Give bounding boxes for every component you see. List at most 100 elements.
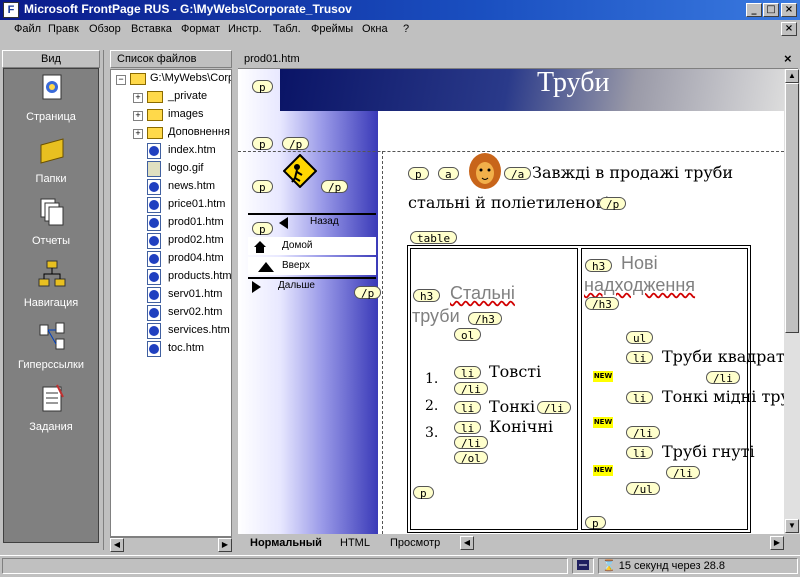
tag-p-end[interactable]: /p	[354, 286, 382, 300]
tree-file[interactable]: prod04.htm	[111, 250, 231, 268]
tree-folder[interactable]: + images	[111, 106, 231, 124]
view-navigation[interactable]: Навигация	[4, 257, 98, 317]
menu-file[interactable]: Файл	[14, 23, 41, 35]
tag-ul[interactable]: ul	[626, 331, 654, 345]
scroll-left-icon[interactable]: ◀	[460, 536, 474, 550]
tree-file[interactable]: serv02.htm	[111, 304, 231, 322]
folder-icon	[147, 109, 163, 121]
view-label: Задания	[29, 421, 73, 433]
tag-li-end[interactable]: /li	[537, 401, 571, 415]
file-label: prod04.htm	[168, 252, 224, 264]
menu-view[interactable]: Обзор	[89, 23, 121, 35]
tag-p-end[interactable]: /p	[599, 197, 627, 211]
tag-table[interactable]: table	[410, 231, 458, 245]
col2-item-line1: Трубі гнуті	[662, 442, 755, 461]
tree-file[interactable]: serv01.htm	[111, 286, 231, 304]
view-page[interactable]: Страница	[4, 71, 98, 131]
menu-help[interactable]: ?	[403, 23, 409, 35]
scroll-right-icon[interactable]: ▶	[218, 538, 232, 552]
file-tree-hscroll[interactable]: ◀ ▶	[110, 537, 232, 552]
view-tasks[interactable]: Задания	[4, 381, 98, 441]
menu-table[interactable]: Табл.	[273, 23, 301, 35]
tag-p[interactable]: p	[252, 137, 273, 151]
tag-li-end[interactable]: /li	[666, 466, 700, 480]
editor-vscroll[interactable]: ▲ ▼	[784, 69, 800, 534]
tree-file[interactable]: services.htm	[111, 322, 231, 340]
view-reports[interactable]: Отчеты	[4, 195, 98, 255]
document-tab[interactable]: prod01.htm	[244, 53, 300, 65]
tree-file[interactable]: toc.htm	[111, 340, 231, 358]
menu-format[interactable]: Формат	[181, 23, 220, 35]
tree-file[interactable]: products.htm	[111, 268, 231, 286]
tag-ol-end[interactable]: /ol	[454, 451, 488, 465]
scroll-down-icon[interactable]: ▼	[785, 519, 799, 533]
tag-p[interactable]: p	[408, 167, 429, 181]
tag-p[interactable]: p	[252, 80, 273, 94]
tag-li[interactable]: li	[454, 421, 482, 435]
close-button[interactable]: ×	[781, 3, 797, 17]
view-folders[interactable]: Папки	[4, 133, 98, 193]
tag-ul-end[interactable]: /ul	[626, 482, 660, 496]
view-label: Навигация	[23, 297, 79, 309]
lion-logo-icon[interactable]	[468, 152, 502, 190]
menu-tools[interactable]: Инстр.	[228, 23, 262, 35]
collapse-icon[interactable]: −	[116, 75, 126, 85]
menu-insert[interactable]: Вставка	[131, 23, 172, 35]
tag-p-end[interactable]: /p	[321, 180, 349, 194]
tag-h3[interactable]: h3	[413, 289, 441, 303]
tag-li[interactable]: li	[454, 401, 482, 415]
document-close-icon[interactable]: ×	[784, 51, 792, 66]
scroll-up-icon[interactable]: ▲	[785, 69, 799, 83]
tag-li[interactable]: li	[626, 351, 654, 365]
file-tree: − G:\MyWebs\Corp + _private + images + Д…	[110, 69, 232, 537]
tag-li-end[interactable]: /li	[454, 436, 488, 450]
tag-h3-end[interactable]: /h3	[468, 312, 502, 326]
tree-file[interactable]: prod02.htm	[111, 232, 231, 250]
tag-p[interactable]: p	[252, 180, 273, 194]
tree-file[interactable]: price01.htm	[111, 196, 231, 214]
document-close-button[interactable]: ×	[781, 22, 797, 36]
tag-li-end[interactable]: /li	[454, 382, 488, 396]
tab-preview[interactable]: Просмотр	[390, 537, 440, 551]
frontpage-app-icon[interactable]: F	[3, 2, 19, 18]
views-panel: Вид Страница Папки Отчеты Навигация Гипе…	[0, 50, 104, 550]
tab-html[interactable]: HTML	[340, 537, 370, 551]
tree-file[interactable]: prod01.htm	[111, 214, 231, 232]
menu-edit[interactable]: Правк	[48, 23, 79, 35]
expand-icon[interactable]: +	[133, 129, 143, 139]
scroll-right-icon[interactable]: ▶	[770, 536, 784, 550]
tag-li-end[interactable]: /li	[626, 426, 660, 440]
nav-up-button[interactable]: Вверх	[248, 257, 376, 277]
tag-h3[interactable]: h3	[585, 259, 613, 273]
tag-a[interactable]: a	[438, 167, 459, 181]
tag-p-end[interactable]: /p	[282, 137, 310, 151]
tag-h3-end[interactable]: /h3	[585, 297, 619, 311]
tag-ol[interactable]: ol	[454, 328, 482, 342]
tag-li[interactable]: li	[626, 391, 654, 405]
scroll-thumb[interactable]	[785, 83, 799, 333]
tree-folder[interactable]: + Доповнення	[111, 124, 231, 142]
tab-normal[interactable]: Нормальный	[250, 537, 322, 551]
tree-file[interactable]: news.htm	[111, 178, 231, 196]
tag-li[interactable]: li	[454, 366, 482, 380]
tag-li[interactable]: li	[626, 446, 654, 460]
nav-home-button[interactable]: Домой	[248, 237, 376, 257]
minimize-button[interactable]: _	[746, 3, 762, 17]
tag-p[interactable]: p	[585, 516, 606, 530]
expand-icon[interactable]: +	[133, 111, 143, 121]
nav-back-button[interactable]: Назад	[248, 213, 376, 233]
menu-window[interactable]: Окна	[362, 23, 388, 35]
tree-file[interactable]: index.htm	[111, 142, 231, 160]
tree-folder[interactable]: + _private	[111, 88, 231, 106]
tag-p[interactable]: p	[413, 486, 434, 500]
view-hyperlinks[interactable]: Гиперссылки	[4, 319, 98, 379]
scroll-left-icon[interactable]: ◀	[110, 538, 124, 552]
tag-a-end[interactable]: /a	[504, 167, 532, 181]
menu-frames[interactable]: Фреймы	[311, 23, 353, 35]
maximize-button[interactable]: □	[763, 3, 779, 17]
tag-li-end[interactable]: /li	[706, 371, 740, 385]
expand-icon[interactable]: +	[133, 93, 143, 103]
tree-root[interactable]: − G:\MyWebs\Corp	[111, 70, 231, 88]
tree-file[interactable]: logo.gif	[111, 160, 231, 178]
list-number: 2.	[425, 398, 439, 414]
